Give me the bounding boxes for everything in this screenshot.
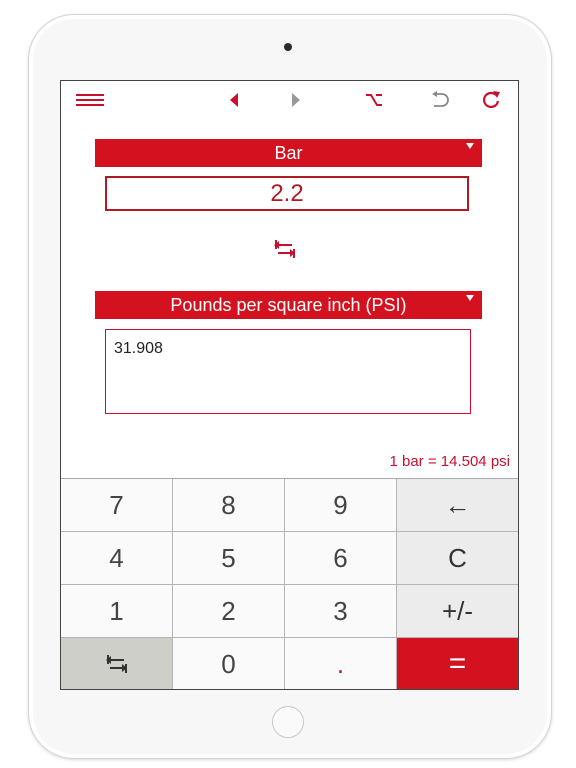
front-camera — [284, 43, 292, 51]
home-button[interactable] — [272, 706, 304, 738]
option-key-icon[interactable] — [359, 87, 389, 113]
key-0[interactable]: 0 — [173, 638, 285, 689]
key-7[interactable]: 7 — [61, 479, 173, 532]
triangle-left-icon[interactable] — [219, 87, 249, 113]
to-value-text: 31.908 — [114, 340, 163, 357]
app-screen: Bar 2.2 Pounds per square inch (PSI) 31.… — [60, 80, 519, 690]
from-value-text: 2.2 — [270, 179, 304, 207]
decimal-key[interactable]: . — [285, 638, 397, 689]
undo-icon[interactable] — [425, 87, 455, 113]
key-4[interactable]: 4 — [61, 532, 173, 585]
refresh-icon[interactable] — [476, 87, 506, 113]
to-unit-label: Pounds per square inch (PSI) — [170, 294, 407, 315]
key-3[interactable]: 3 — [285, 585, 397, 638]
swap-arrows-icon[interactable] — [274, 239, 296, 264]
key-8[interactable]: 8 — [173, 479, 285, 532]
backspace-key[interactable]: ← — [397, 479, 518, 532]
key-2[interactable]: 2 — [173, 585, 285, 638]
toolbar — [61, 81, 518, 121]
chevron-down-icon — [466, 295, 474, 301]
from-value-input[interactable]: 2.2 — [105, 176, 469, 211]
to-value-output[interactable]: 31.908 — [105, 329, 471, 414]
from-unit-label: Bar — [274, 142, 303, 163]
hamburger-icon[interactable] — [75, 87, 105, 113]
triangle-right-icon[interactable] — [281, 87, 311, 113]
clear-key[interactable]: C — [397, 532, 518, 585]
conversion-rate: 1 bar = 14.504 psi — [389, 453, 510, 470]
to-unit-select[interactable]: Pounds per square inch (PSI) — [95, 291, 482, 319]
key-9[interactable]: 9 — [285, 479, 397, 532]
equals-key[interactable]: = — [397, 638, 518, 689]
key-6[interactable]: 6 — [285, 532, 397, 585]
chevron-down-icon — [466, 143, 474, 149]
swap-key[interactable] — [61, 638, 173, 689]
key-5[interactable]: 5 — [173, 532, 285, 585]
plus-minus-key[interactable]: +/- — [397, 585, 518, 638]
keypad: 7 8 9 ← 4 5 6 C 1 2 3 +/- 0 . = — [61, 478, 518, 689]
swap-arrows-icon — [105, 655, 127, 673]
from-unit-select[interactable]: Bar — [95, 139, 482, 167]
key-1[interactable]: 1 — [61, 585, 173, 638]
